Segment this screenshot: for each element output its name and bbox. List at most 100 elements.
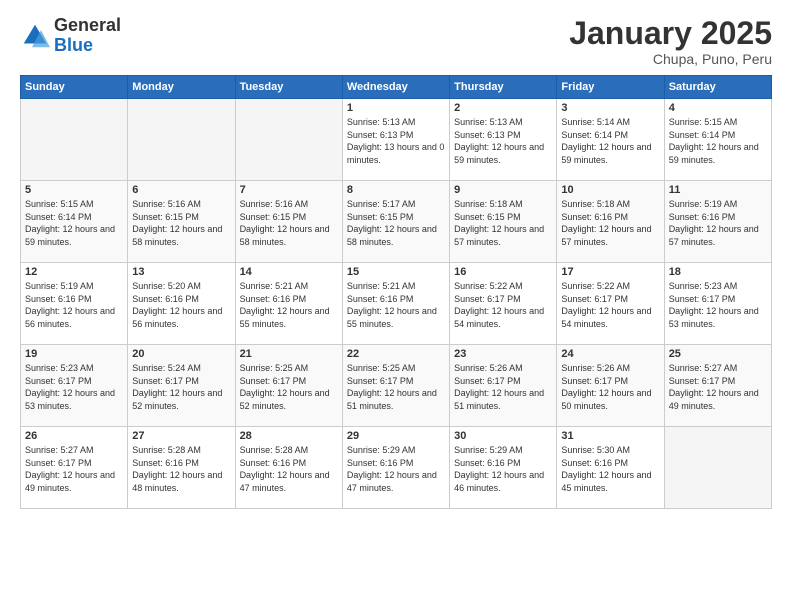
calendar-cell-w5-d5: 30 Sunrise: 5:29 AM Sunset: 6:16 PM Dayli… xyxy=(450,427,557,509)
calendar-cell-w3-d5: 16Sunrise: 5:22 AM Sunset: 6:17 PM Dayli… xyxy=(450,263,557,345)
calendar-week-1: 1 Sunrise: 5:13 AM Sunset: 6:13 PM Daylig… xyxy=(21,99,772,181)
logo-icon xyxy=(20,21,50,51)
day-info: Sunrise: 5:16 AM Sunset: 6:15 PM Dayligh… xyxy=(132,198,230,248)
day-number: 10 xyxy=(561,184,659,196)
day-number: 21 xyxy=(240,348,338,360)
calendar-cell-w2-d2: 6 Sunrise: 5:16 AM Sunset: 6:15 PM Daylig… xyxy=(128,181,235,263)
calendar-cell-w4-d1: 19 Sunrise: 5:23 AM Sunset: 6:17 PM Dayli… xyxy=(21,345,128,427)
header-saturday: Saturday xyxy=(664,76,771,99)
header-friday: Friday xyxy=(557,76,664,99)
calendar-cell-w4-d2: 20 Sunrise: 5:24 AM Sunset: 6:17 PM Dayli… xyxy=(128,345,235,427)
day-number: 3 xyxy=(561,102,659,114)
day-info: Sunrise: 5:24 AM Sunset: 6:17 PM Dayligh… xyxy=(132,362,230,412)
calendar-cell-w2-d3: 7 Sunrise: 5:16 AM Sunset: 6:15 PM Daylig… xyxy=(235,181,342,263)
day-info: Sunrise: 5:13 AM Sunset: 6:13 PM Dayligh… xyxy=(454,116,552,166)
day-info: Sunrise: 5:30 AM Sunset: 6:16 PM Dayligh… xyxy=(561,444,659,494)
day-number: 12 xyxy=(25,266,123,278)
calendar-cell-w3-d4: 15 Sunrise: 5:21 AM Sunset: 6:16 PM Dayli… xyxy=(342,263,449,345)
day-info: Sunrise: 5:17 AM Sunset: 6:15 PM Dayligh… xyxy=(347,198,445,248)
day-info: Sunrise: 5:29 AM Sunset: 6:16 PM Dayligh… xyxy=(454,444,552,494)
calendar-cell-w4-d6: 24Sunrise: 5:26 AM Sunset: 6:17 PM Dayli… xyxy=(557,345,664,427)
calendar-cell-w3-d7: 18 Sunrise: 5:23 AM Sunset: 6:17 PM Dayli… xyxy=(664,263,771,345)
calendar-cell-w3-d3: 14 Sunrise: 5:21 AM Sunset: 6:16 PM Dayli… xyxy=(235,263,342,345)
day-number: 11 xyxy=(669,184,767,196)
day-number: 26 xyxy=(25,430,123,442)
calendar-cell-w3-d1: 12 Sunrise: 5:19 AM Sunset: 6:16 PM Dayli… xyxy=(21,263,128,345)
calendar-cell-w5-d4: 29Sunrise: 5:29 AM Sunset: 6:16 PM Dayli… xyxy=(342,427,449,509)
calendar-header-row: Sunday Monday Tuesday Wednesday Thursday… xyxy=(21,76,772,99)
day-info: Sunrise: 5:25 AM Sunset: 6:17 PM Dayligh… xyxy=(347,362,445,412)
calendar-cell-w5-d2: 27 Sunrise: 5:28 AM Sunset: 6:16 PM Dayli… xyxy=(128,427,235,509)
day-number: 30 xyxy=(454,430,552,442)
header: General Blue January 2025 Chupa, Puno, P… xyxy=(20,16,772,67)
day-info: Sunrise: 5:21 AM Sunset: 6:16 PM Dayligh… xyxy=(347,280,445,330)
day-number: 13 xyxy=(132,266,230,278)
calendar-week-3: 12 Sunrise: 5:19 AM Sunset: 6:16 PM Dayli… xyxy=(21,263,772,345)
day-number: 27 xyxy=(132,430,230,442)
month-title: January 2025 xyxy=(569,16,772,51)
day-number: 20 xyxy=(132,348,230,360)
day-number: 6 xyxy=(132,184,230,196)
day-number: 17 xyxy=(561,266,659,278)
day-info: Sunrise: 5:16 AM Sunset: 6:15 PM Dayligh… xyxy=(240,198,338,248)
day-number: 18 xyxy=(669,266,767,278)
calendar-cell-w4-d7: 25Sunrise: 5:27 AM Sunset: 6:17 PM Dayli… xyxy=(664,345,771,427)
day-number: 1 xyxy=(347,102,445,114)
calendar-cell-w4-d3: 21Sunrise: 5:25 AM Sunset: 6:17 PM Dayli… xyxy=(235,345,342,427)
day-number: 7 xyxy=(240,184,338,196)
calendar-cell-w2-d7: 11Sunrise: 5:19 AM Sunset: 6:16 PM Dayli… xyxy=(664,181,771,263)
header-monday: Monday xyxy=(128,76,235,99)
calendar-cell-w1-d2 xyxy=(128,99,235,181)
day-number: 23 xyxy=(454,348,552,360)
calendar-week-4: 19 Sunrise: 5:23 AM Sunset: 6:17 PM Dayli… xyxy=(21,345,772,427)
logo-blue-text: Blue xyxy=(54,36,121,56)
day-info: Sunrise: 5:18 AM Sunset: 6:16 PM Dayligh… xyxy=(561,198,659,248)
location-subtitle: Chupa, Puno, Peru xyxy=(569,51,772,67)
day-number: 31 xyxy=(561,430,659,442)
title-block: January 2025 Chupa, Puno, Peru xyxy=(569,16,772,67)
calendar-cell-w1-d3 xyxy=(235,99,342,181)
logo-general-text: General xyxy=(54,16,121,36)
day-info: Sunrise: 5:19 AM Sunset: 6:16 PM Dayligh… xyxy=(25,280,123,330)
day-info: Sunrise: 5:14 AM Sunset: 6:14 PM Dayligh… xyxy=(561,116,659,166)
calendar-table: Sunday Monday Tuesday Wednesday Thursday… xyxy=(20,75,772,509)
calendar-cell-w2-d5: 9 Sunrise: 5:18 AM Sunset: 6:15 PM Daylig… xyxy=(450,181,557,263)
page: General Blue January 2025 Chupa, Puno, P… xyxy=(0,0,792,612)
day-number: 4 xyxy=(669,102,767,114)
day-info: Sunrise: 5:28 AM Sunset: 6:16 PM Dayligh… xyxy=(132,444,230,494)
day-number: 28 xyxy=(240,430,338,442)
day-info: Sunrise: 5:15 AM Sunset: 6:14 PM Dayligh… xyxy=(25,198,123,248)
calendar-cell-w4-d4: 22Sunrise: 5:25 AM Sunset: 6:17 PM Dayli… xyxy=(342,345,449,427)
calendar-cell-w5-d6: 31 Sunrise: 5:30 AM Sunset: 6:16 PM Dayli… xyxy=(557,427,664,509)
calendar-cell-w3-d6: 17Sunrise: 5:22 AM Sunset: 6:17 PM Dayli… xyxy=(557,263,664,345)
calendar-week-2: 5 Sunrise: 5:15 AM Sunset: 6:14 PM Daylig… xyxy=(21,181,772,263)
day-info: Sunrise: 5:21 AM Sunset: 6:16 PM Dayligh… xyxy=(240,280,338,330)
day-info: Sunrise: 5:23 AM Sunset: 6:17 PM Dayligh… xyxy=(669,280,767,330)
day-number: 2 xyxy=(454,102,552,114)
day-info: Sunrise: 5:23 AM Sunset: 6:17 PM Dayligh… xyxy=(25,362,123,412)
day-number: 9 xyxy=(454,184,552,196)
calendar-cell-w2-d6: 10 Sunrise: 5:18 AM Sunset: 6:16 PM Dayli… xyxy=(557,181,664,263)
day-number: 5 xyxy=(25,184,123,196)
header-tuesday: Tuesday xyxy=(235,76,342,99)
day-info: Sunrise: 5:26 AM Sunset: 6:17 PM Dayligh… xyxy=(454,362,552,412)
calendar-cell-w1-d1 xyxy=(21,99,128,181)
day-info: Sunrise: 5:18 AM Sunset: 6:15 PM Dayligh… xyxy=(454,198,552,248)
day-number: 19 xyxy=(25,348,123,360)
header-wednesday: Wednesday xyxy=(342,76,449,99)
day-number: 29 xyxy=(347,430,445,442)
day-number: 15 xyxy=(347,266,445,278)
day-number: 16 xyxy=(454,266,552,278)
day-info: Sunrise: 5:28 AM Sunset: 6:16 PM Dayligh… xyxy=(240,444,338,494)
day-number: 14 xyxy=(240,266,338,278)
day-info: Sunrise: 5:15 AM Sunset: 6:14 PM Dayligh… xyxy=(669,116,767,166)
header-sunday: Sunday xyxy=(21,76,128,99)
calendar-week-5: 26Sunrise: 5:27 AM Sunset: 6:17 PM Dayli… xyxy=(21,427,772,509)
calendar-cell-w2-d4: 8Sunrise: 5:17 AM Sunset: 6:15 PM Daylig… xyxy=(342,181,449,263)
day-info: Sunrise: 5:20 AM Sunset: 6:16 PM Dayligh… xyxy=(132,280,230,330)
calendar-cell-w2-d1: 5 Sunrise: 5:15 AM Sunset: 6:14 PM Daylig… xyxy=(21,181,128,263)
day-info: Sunrise: 5:27 AM Sunset: 6:17 PM Dayligh… xyxy=(669,362,767,412)
calendar-cell-w4-d5: 23 Sunrise: 5:26 AM Sunset: 6:17 PM Dayli… xyxy=(450,345,557,427)
logo: General Blue xyxy=(20,16,121,56)
calendar-cell-w3-d2: 13 Sunrise: 5:20 AM Sunset: 6:16 PM Dayli… xyxy=(128,263,235,345)
